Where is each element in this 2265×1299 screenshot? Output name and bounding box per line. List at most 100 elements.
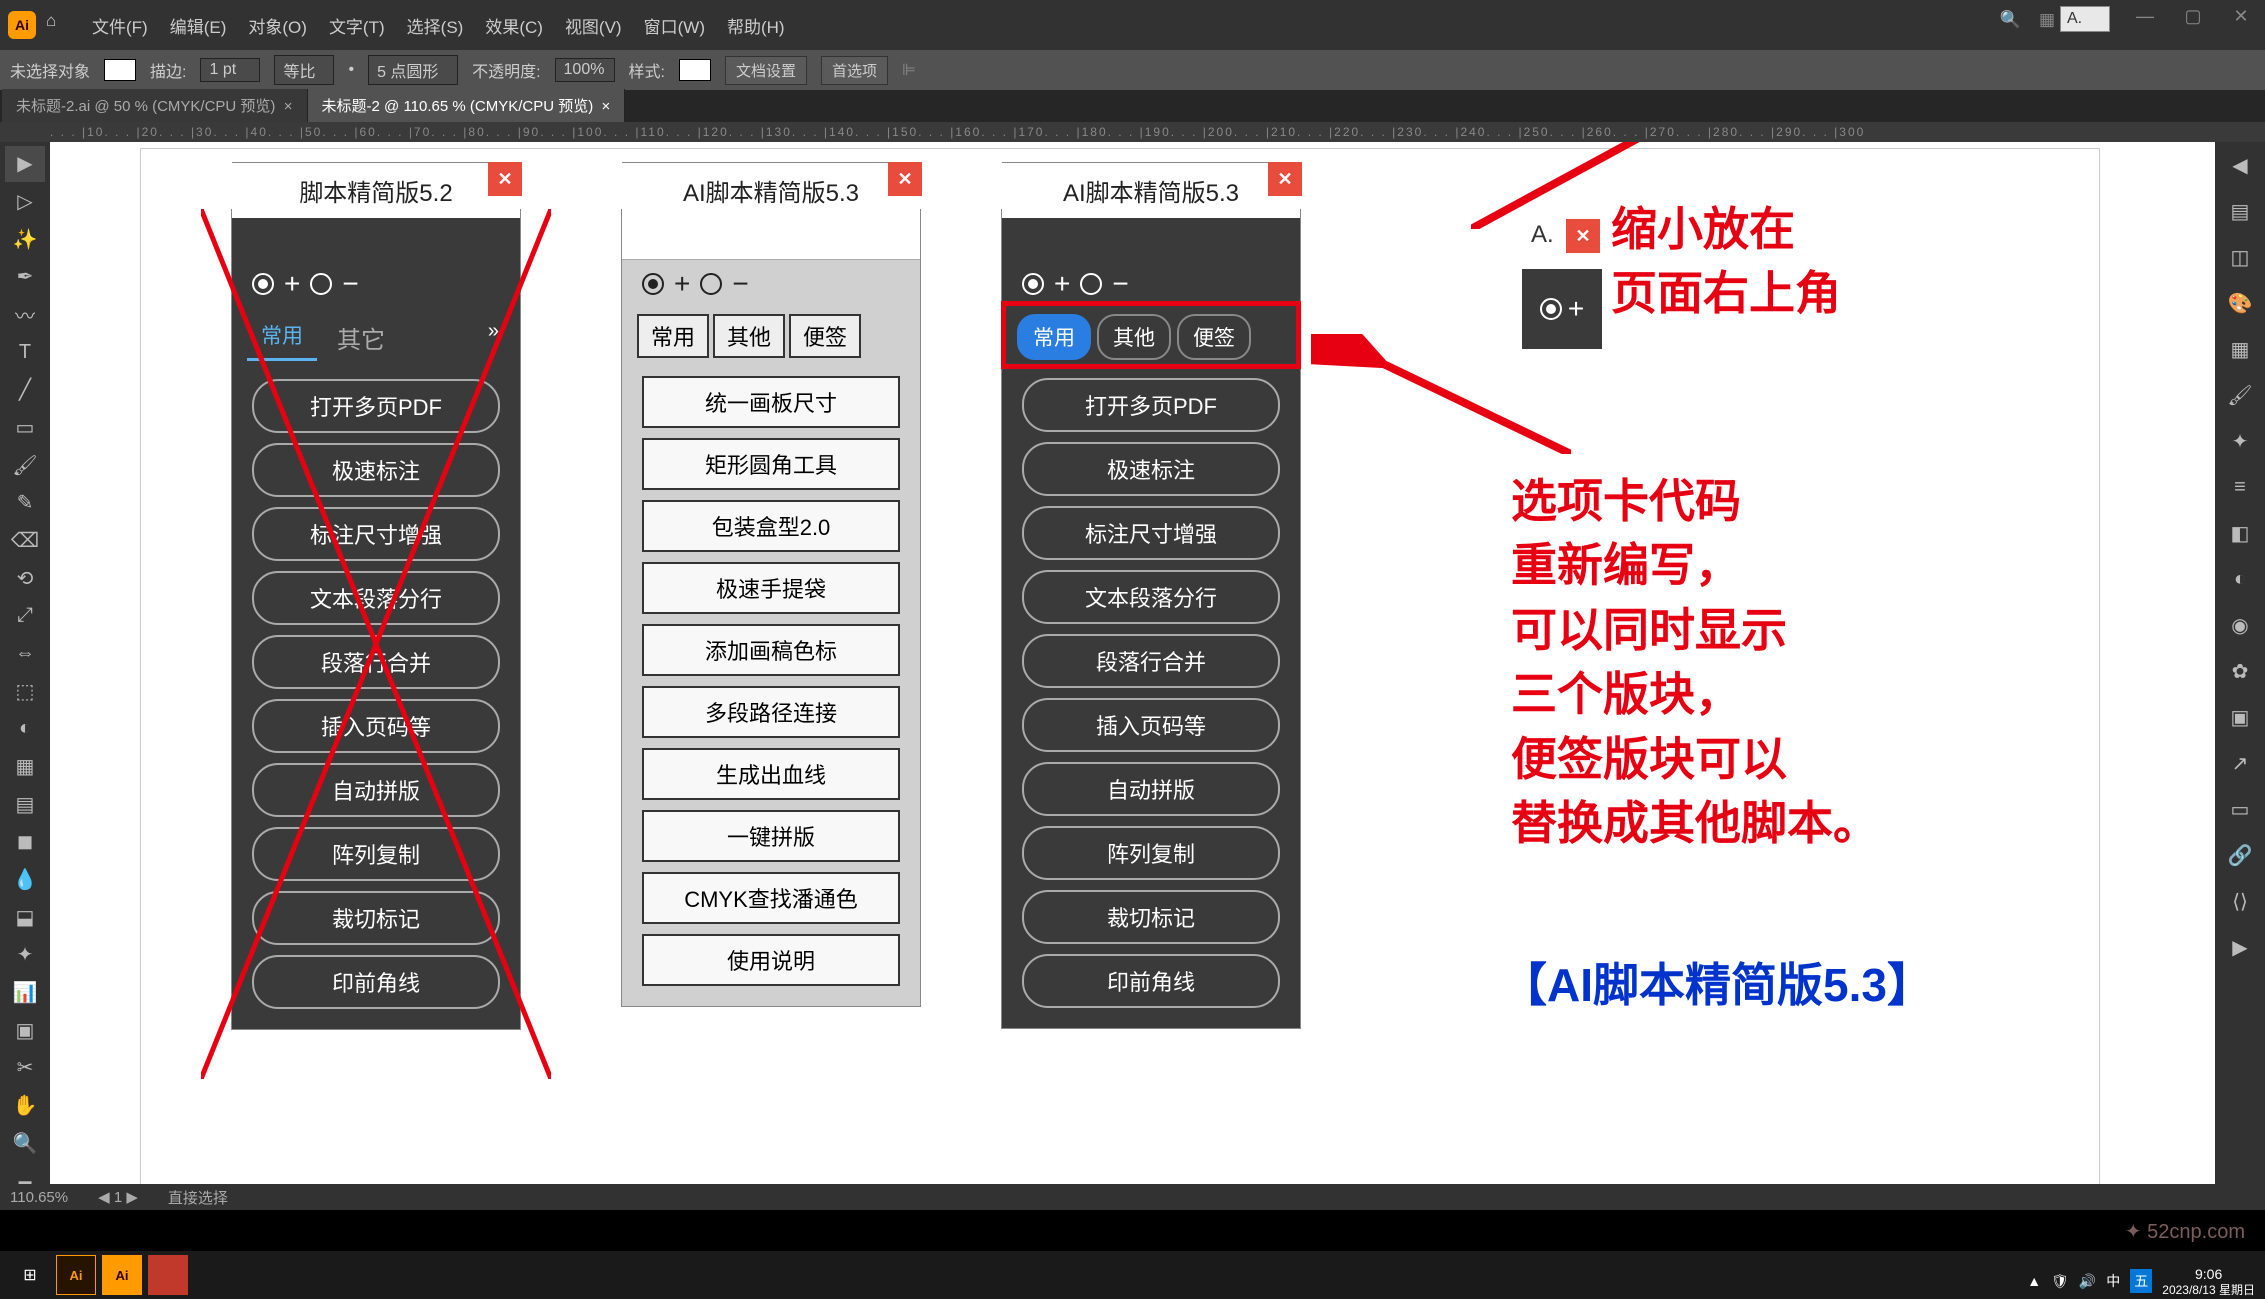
menu-view[interactable]: 视图(V) xyxy=(565,13,622,38)
tray-icon[interactable]: 🔊 xyxy=(2079,1273,2096,1290)
script-btn[interactable]: 一键拼版 xyxy=(642,810,900,862)
rotate-tool-icon[interactable]: ⟲ xyxy=(5,560,45,596)
script-btn[interactable]: CMYK查找潘通色 xyxy=(642,872,900,924)
script-btn[interactable]: 裁切标记 xyxy=(1022,890,1280,944)
free-transform-icon[interactable]: ⬚ xyxy=(5,673,45,709)
tab-qita-53l[interactable]: 其他 xyxy=(713,314,785,358)
fill-swatch[interactable] xyxy=(104,59,136,81)
expand-icon[interactable]: » xyxy=(482,314,505,361)
stroke-panel-icon[interactable]: ≡ xyxy=(2220,468,2260,506)
hand-tool-icon[interactable]: ✋ xyxy=(5,1088,45,1124)
menu-object[interactable]: 对象(O) xyxy=(248,13,307,38)
script-btn[interactable]: 自动拼版 xyxy=(1022,762,1280,816)
menu-file[interactable]: 文件(F) xyxy=(92,13,148,38)
color-panel-icon[interactable]: 🎨 xyxy=(2220,284,2260,322)
symbols-panel-icon[interactable]: ✦ xyxy=(2220,422,2260,460)
tab-qita-52[interactable]: 其它 xyxy=(323,314,399,361)
style-swatch[interactable] xyxy=(679,59,711,81)
zoom-level[interactable]: 110.65% xyxy=(10,1189,68,1206)
menu-window[interactable]: 窗口(W) xyxy=(644,13,705,38)
home-icon[interactable]: ⌂ xyxy=(46,11,74,39)
direct-select-tool-icon[interactable]: ▷ xyxy=(5,184,45,220)
tab-changyong-52[interactable]: 常用 xyxy=(247,314,317,361)
properties-panel-icon[interactable]: ▤ xyxy=(2220,192,2260,230)
preferences-button[interactable]: 首选项 xyxy=(821,56,888,85)
appearance-panel-icon[interactable]: ◉ xyxy=(2220,606,2260,644)
script-btn[interactable]: 打开多页PDF xyxy=(1022,378,1280,432)
perspective-tool-icon[interactable]: ▦ xyxy=(5,749,45,785)
eyedropper-tool-icon[interactable]: 💧 xyxy=(5,862,45,898)
libraries-panel-icon[interactable]: ◫ xyxy=(2220,238,2260,276)
close-button[interactable]: ✕ xyxy=(2217,0,2265,32)
panel-53d-close[interactable]: ✕ xyxy=(1268,162,1302,196)
script-btn[interactable]: 文本段落分行 xyxy=(252,571,500,625)
script-btn[interactable]: 段落行合并 xyxy=(252,635,500,689)
radio-on-icon[interactable] xyxy=(1022,273,1044,295)
radio-off-icon[interactable] xyxy=(310,273,332,295)
menu-edit[interactable]: 编辑(E) xyxy=(170,13,227,38)
line-tool-icon[interactable]: ╱ xyxy=(5,372,45,408)
menu-select[interactable]: 选择(S) xyxy=(407,13,464,38)
eraser-tool-icon[interactable]: ⌫ xyxy=(5,523,45,559)
tray-icon[interactable]: ▲ xyxy=(2027,1273,2041,1289)
transparency-panel-icon[interactable]: ◐ xyxy=(2220,560,2260,598)
brushes-panel-icon[interactable]: 🖌 xyxy=(2220,376,2260,414)
slice-tool-icon[interactable]: ✂ xyxy=(5,1050,45,1086)
tray-icon[interactable]: 🛡 xyxy=(2051,1273,2069,1290)
scale-tool-icon[interactable]: ⤢ xyxy=(5,598,45,634)
script-btn[interactable]: 裁切标记 xyxy=(252,891,500,945)
expand-panels-icon[interactable]: ◀ xyxy=(2220,146,2260,184)
script-btn[interactable]: 极速手提袋 xyxy=(642,562,900,614)
taskbar-ai-icon-2[interactable]: Ai xyxy=(102,1255,142,1295)
graphic-styles-icon[interactable]: ✿ xyxy=(2220,652,2260,690)
type-tool-icon[interactable]: T xyxy=(5,334,45,370)
graph-tool-icon[interactable]: 📊 xyxy=(5,975,45,1011)
rectangle-tool-icon[interactable]: ▭ xyxy=(5,410,45,446)
zoom-tool-icon[interactable]: 🔍 xyxy=(5,1125,45,1161)
panel-53l-close[interactable]: ✕ xyxy=(888,162,922,196)
script-btn[interactable]: 印前角线 xyxy=(252,955,500,1009)
css-panel-icon[interactable]: ⟨⟩ xyxy=(2220,882,2260,920)
artboard-nav[interactable]: ◀ 1 ▶ xyxy=(98,1188,138,1206)
script-btn[interactable]: 统一画板尺寸 xyxy=(642,376,900,428)
doc-tab-1[interactable]: 未标题-2.ai @ 50 % (CMYK/CPU 预览) × xyxy=(2,89,308,122)
taskbar-app-icon[interactable] xyxy=(148,1255,188,1295)
script-btn[interactable]: 添加画稿色标 xyxy=(642,624,900,676)
canvas[interactable]: 脚本精简版5.2 ✕ + − 常用 其它 » 打开多页PDF 极速标注 xyxy=(50,142,2215,1210)
pen-tool-icon[interactable]: ✒ xyxy=(5,259,45,295)
brush-tool-icon[interactable]: 🖌 xyxy=(5,447,45,483)
uniform-select[interactable]: 等比 xyxy=(274,55,334,85)
minimize-button[interactable]: — xyxy=(2121,0,2169,32)
script-btn[interactable]: 印前角线 xyxy=(1022,954,1280,1008)
doc-tab-2[interactable]: 未标题-2 @ 110.65 % (CMYK/CPU 预览) × xyxy=(308,89,626,122)
script-btn[interactable]: 生成出血线 xyxy=(642,748,900,800)
artboard-tool-icon[interactable]: ▣ xyxy=(5,1012,45,1048)
script-btn[interactable]: 极速标注 xyxy=(1022,442,1280,496)
tray-icon[interactable]: 五 xyxy=(2130,1269,2152,1293)
script-btn[interactable]: 标注尺寸增强 xyxy=(1022,506,1280,560)
script-btn[interactable]: 包装盒型2.0 xyxy=(642,500,900,552)
search-icon[interactable]: 🔍 xyxy=(2000,10,2021,30)
width-tool-icon[interactable]: ⇔ xyxy=(5,636,45,672)
swatches-panel-icon[interactable]: ▦ xyxy=(2220,330,2260,368)
symbol-tool-icon[interactable]: ✦ xyxy=(5,937,45,973)
script-mini-docked[interactable]: A. xyxy=(2060,6,2110,32)
curvature-tool-icon[interactable]: 〰 xyxy=(5,297,45,333)
script-btn[interactable]: 矩形圆角工具 xyxy=(642,438,900,490)
align-icon[interactable]: ⊫ xyxy=(902,60,916,80)
wand-tool-icon[interactable]: ✨ xyxy=(5,221,45,257)
panel-52-close[interactable]: ✕ xyxy=(488,162,522,196)
script-btn[interactable]: 极速标注 xyxy=(252,443,500,497)
maximize-button[interactable]: ▢ xyxy=(2169,0,2217,32)
script-btn[interactable]: 插入页码等 xyxy=(1022,698,1280,752)
menu-help[interactable]: 帮助(H) xyxy=(727,13,785,38)
links-panel-icon[interactable]: 🔗 xyxy=(2220,836,2260,874)
taskbar-ai-icon[interactable]: Ai xyxy=(56,1255,96,1295)
tab-changyong-53l[interactable]: 常用 xyxy=(637,314,709,358)
doc-setup-button[interactable]: 文档设置 xyxy=(725,56,807,85)
opacity-input[interactable]: 100% xyxy=(555,58,615,82)
brush-select[interactable]: 5 点圆形 xyxy=(368,55,458,85)
selection-tool-icon[interactable]: ▶ xyxy=(5,146,45,182)
gradient-panel-icon[interactable]: ◧ xyxy=(2220,514,2260,552)
taskbar-clock[interactable]: 9:06 2023/8/13 星期日 xyxy=(2162,1266,2255,1297)
